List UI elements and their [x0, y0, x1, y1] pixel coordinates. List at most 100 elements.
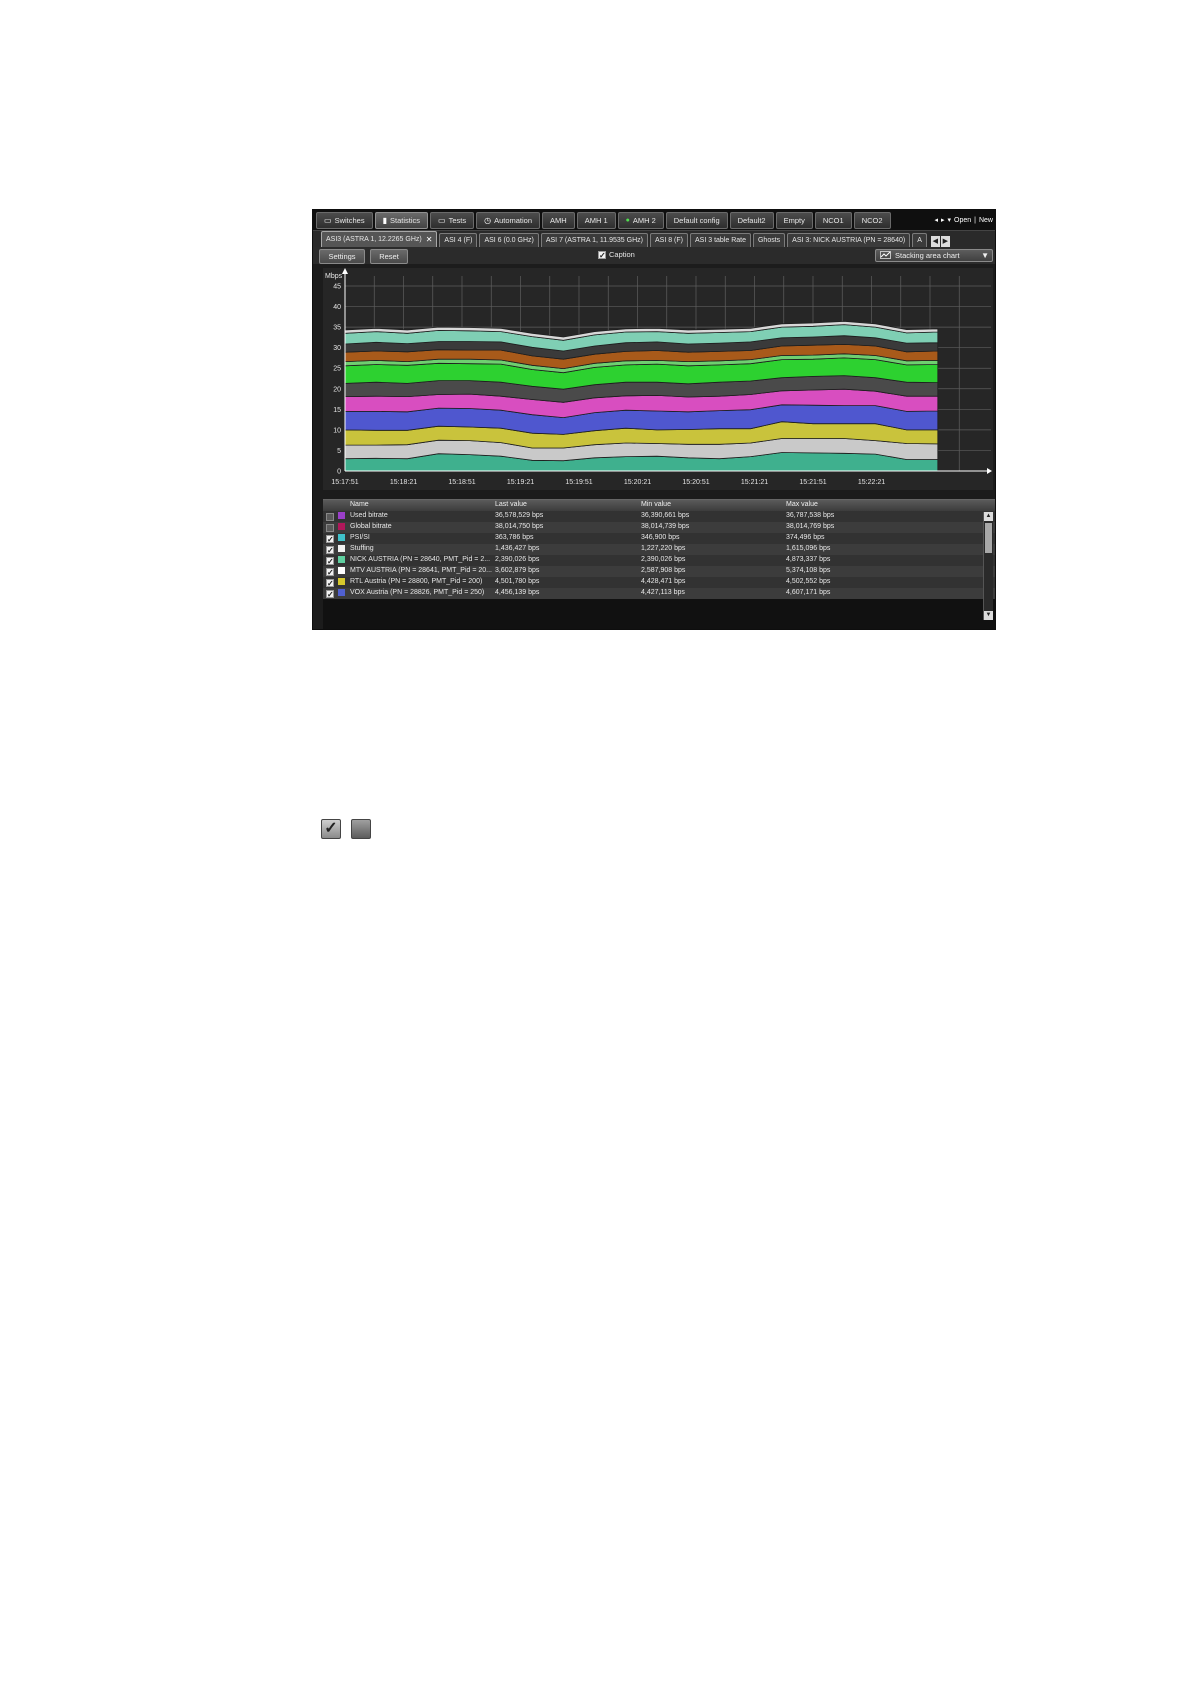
row-checkbox[interactable]: ✓ [326, 567, 334, 576]
max-value: 1,615,096 bps [786, 545, 831, 552]
row-checkbox[interactable] [326, 512, 334, 521]
tab-label: NCO2 [861, 216, 883, 225]
dropdown-arrow-icon: ▼ [981, 251, 989, 260]
row-checkbox[interactable] [326, 523, 334, 532]
source-tab[interactable]: ASI 6 (0.0 GHz) [479, 233, 539, 247]
source-tab-label: ASI 3 table Rate [695, 237, 746, 244]
row-checkbox[interactable]: ✓ [326, 534, 334, 543]
tab-label: Statistics [389, 216, 420, 225]
y-tick-label: 30 [333, 345, 341, 352]
series-color-swatch [338, 556, 345, 563]
tab-nco2[interactable]: NCO2 [853, 212, 891, 229]
area-chart-icon [880, 250, 891, 261]
reset-button[interactable]: Reset [370, 249, 408, 264]
tab-switches[interactable]: ▭ Switches [316, 212, 373, 229]
statistics-window: ▭ Switches ▮ Statistics ▭ Tests ◷ Automation AMH… [312, 209, 996, 630]
settings-button[interactable]: Settings [319, 249, 365, 264]
col-min-header[interactable]: Min value [641, 501, 671, 508]
tab-tests[interactable]: ▭ Tests [430, 212, 475, 229]
row-checkbox[interactable]: ✓ [326, 545, 334, 554]
tab-amh-1[interactable]: AMH 1 [576, 212, 616, 229]
min-value: 4,428,471 bps [641, 578, 686, 585]
tab-amh[interactable]: AMH [542, 212, 575, 229]
tab-label: Default config [673, 216, 720, 225]
table-row[interactable]: ✓ MTV AUSTRIA (PN = 28641, PMT_Pid = 20..… [323, 566, 995, 577]
tab-scroll-right-icon[interactable]: ▶ [940, 236, 950, 247]
source-tab[interactable]: ASI3 (ASTRA 1, 12.2265 GHz) ✕ [321, 231, 438, 247]
scroll-down-icon[interactable]: ▼ [984, 611, 993, 620]
x-tick-label: 15:18:51 [448, 479, 475, 486]
series-name: VOX Austria (PN = 28826, PMT_Pid = 250) [350, 589, 485, 596]
tab-default2[interactable]: Default2 [729, 212, 774, 229]
table-row[interactable]: ✓ RTL Austria (PN = 28800, PMT_Pid = 200)… [323, 577, 995, 588]
table-row[interactable]: ✓ VOX Austria (PN = 28826, PMT_Pid = 250)… [323, 588, 995, 599]
source-tab[interactable]: ASI 3 table Rate [690, 233, 751, 247]
caption-checkbox[interactable]: ✓ [598, 250, 606, 259]
table-row[interactable]: Global bitrate 38,014,750 bps 38,014,739 b… [323, 522, 995, 533]
series-name: Used bitrate [350, 512, 388, 519]
scroll-up-icon[interactable]: ▲ [984, 512, 993, 521]
max-value: 38,014,769 bps [786, 523, 835, 530]
col-name-header[interactable]: Name [350, 501, 369, 508]
tab-label: AMH 2 [632, 216, 656, 225]
tab-nco1[interactable]: NCO1 [814, 212, 852, 229]
open-link[interactable]: Open [954, 217, 971, 224]
series-name: MTV AUSTRIA (PN = 28641, PMT_Pid = 20... [350, 567, 493, 574]
series-color-swatch [338, 534, 345, 541]
status-dot-icon: ● [625, 217, 630, 224]
menu-down-icon[interactable]: ▾ [948, 216, 952, 224]
tab-default-config[interactable]: Default config [665, 212, 728, 229]
source-tab[interactable]: ASI 3: NICK AUSTRIA (PN = 28640) [787, 233, 911, 247]
x-tick-label: 15:19:51 [565, 479, 592, 486]
monitor-icon: ▭ [324, 216, 332, 225]
tab-scroll-left-icon[interactable]: ◀ [930, 236, 940, 247]
row-checkbox[interactable]: ✓ [326, 556, 334, 565]
caption-toggle[interactable]: ✓ Caption [598, 250, 635, 259]
table-row[interactable]: ✓ Stuffing 1,436,427 bps 1,227,220 bps 1,615… [323, 544, 995, 555]
scroll-thumb[interactable] [985, 523, 992, 553]
min-value: 2,587,908 bps [641, 567, 686, 574]
chart-toolbar: Settings Reset ✓ Caption Stacking area c… [313, 247, 995, 264]
min-value: 38,014,739 bps [641, 523, 690, 530]
source-tab[interactable]: ASI 4 (F) [439, 233, 478, 247]
checked-checkbox-icon: ✓ [321, 819, 341, 839]
source-tab[interactable]: Ghosts [752, 233, 786, 247]
close-icon[interactable]: ✕ [426, 235, 433, 244]
y-tick-label: 40 [333, 304, 341, 311]
tab-amh-2[interactable]: ● AMH 2 [617, 212, 664, 229]
table-header: Name Last value Min value Max value [323, 500, 995, 511]
x-tick-label: 15:22:21 [858, 479, 885, 486]
series-color-swatch [338, 578, 345, 585]
last-value: 1,436,427 bps [495, 545, 540, 552]
row-checkbox[interactable]: ✓ [326, 578, 334, 587]
source-tab[interactable]: ASI 8 (F) [649, 233, 688, 247]
x-tick-label: 15:21:21 [741, 479, 768, 486]
y-tick-label: 25 [333, 366, 341, 373]
series-name: RTL Austria (PN = 28800, PMT_Pid = 200) [350, 578, 483, 585]
tab-automation[interactable]: ◷ Automation [476, 212, 541, 229]
bitrate-chart: Mbps 0 5 10 15 20 25 30 35 40 45 15:17:51 15:18:21 15… [323, 268, 993, 490]
max-value: 4,502,552 bps [786, 578, 831, 585]
series-name: PSI/SI [350, 534, 370, 541]
tab-label: Empty [783, 216, 805, 225]
col-last-header[interactable]: Last value [495, 501, 527, 508]
series-color-swatch [338, 545, 345, 552]
tab-statistics[interactable]: ▮ Statistics [374, 212, 428, 229]
source-tab-label: ASI3 (ASTRA 1, 12.2265 GHz) [326, 236, 422, 243]
table-row[interactable]: Used bitrate 36,578,529 bps 36,390,661 bps… [323, 511, 995, 522]
new-link[interactable]: New [979, 217, 993, 224]
tab-empty[interactable]: Empty [775, 212, 813, 229]
col-max-header[interactable]: Max value [786, 501, 818, 508]
chevron-left-icon[interactable]: ◂ [934, 216, 938, 224]
table-row[interactable]: ✓ NICK AUSTRIA (PN = 28640, PMT_Pid = 2..… [323, 555, 995, 566]
series-name: Stuffing [350, 545, 374, 552]
table-row[interactable]: ✓ PSI/SI 363,786 bps 346,900 bps 374,496 bps [323, 533, 995, 544]
source-tab[interactable]: ASI 7 (ASTRA 1, 11.9535 GHz) [540, 233, 648, 247]
chevron-right-icon[interactable]: ▸ [941, 216, 945, 224]
table-scrollbar[interactable]: ▲ ▼ [983, 512, 993, 620]
row-checkbox[interactable]: ✓ [326, 589, 334, 598]
nav-separator: | [974, 216, 976, 224]
max-value: 36,787,538 bps [786, 512, 835, 519]
source-tab[interactable]: A [912, 233, 927, 247]
chart-type-select[interactable]: Stacking area chart ▼ [875, 249, 993, 262]
